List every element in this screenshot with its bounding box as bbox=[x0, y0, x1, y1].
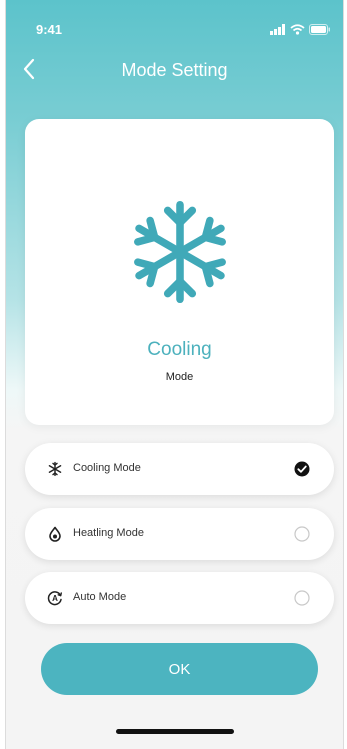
nav-bar: Mode Setting bbox=[6, 58, 343, 84]
snowflake-icon bbox=[134, 200, 226, 304]
current-mode-name: Cooling bbox=[147, 339, 212, 360]
home-indicator bbox=[116, 729, 234, 734]
page-title: Mode Setting bbox=[121, 60, 228, 80]
status-icons bbox=[270, 24, 331, 35]
current-mode-card: Cooling Mode bbox=[25, 119, 334, 425]
signal-icon bbox=[270, 24, 285, 35]
auto-icon: A bbox=[47, 591, 63, 606]
status-time: 9:41 bbox=[36, 22, 63, 37]
option-auto-mode[interactable]: A Auto Mode bbox=[25, 572, 334, 624]
option-label: Cooling Mode bbox=[73, 462, 141, 474]
battery-icon bbox=[309, 24, 330, 35]
radio-unselected-icon bbox=[294, 526, 310, 542]
current-mode-subtitle: Mode bbox=[165, 371, 194, 383]
radio-unselected-icon bbox=[294, 590, 310, 606]
option-cooling-mode[interactable]: Cooling Mode bbox=[25, 443, 334, 495]
option-label: Auto Mode bbox=[73, 591, 127, 603]
phone-screen: 9:41 Mode Setting Cooling Mode Cooling M… bbox=[5, 0, 344, 749]
ok-button[interactable]: OK bbox=[41, 643, 318, 695]
snowflake-icon bbox=[48, 461, 62, 477]
option-label: Heatling Mode bbox=[73, 527, 144, 539]
status-bar: 9:41 bbox=[6, 22, 343, 42]
checkmark-selected-icon bbox=[294, 461, 310, 477]
option-heatling-mode[interactable]: Heatling Mode bbox=[25, 508, 334, 560]
svg-text:A: A bbox=[52, 594, 58, 603]
drop-icon bbox=[49, 526, 61, 542]
wifi-icon bbox=[290, 24, 305, 35]
